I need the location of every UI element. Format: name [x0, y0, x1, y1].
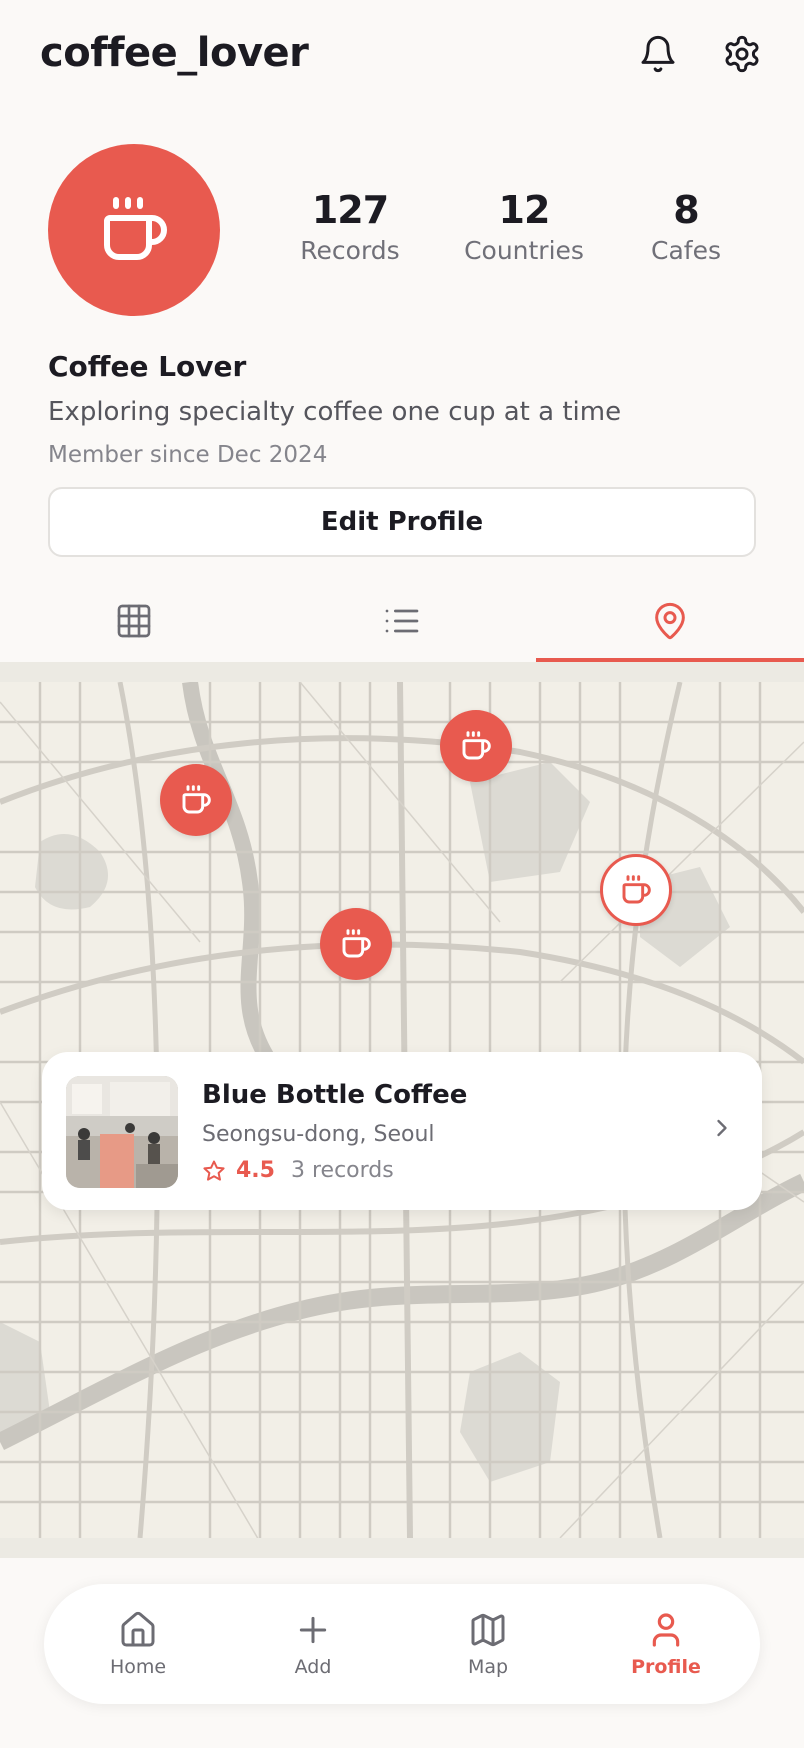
username-title: coffee_lover [40, 30, 309, 76]
user-icon [652, 1613, 680, 1647]
nav-map[interactable]: Map [418, 1584, 558, 1704]
nav-home[interactable]: Home [68, 1584, 208, 1704]
stat-label: Cafes [651, 236, 721, 265]
tab-map[interactable] [536, 580, 804, 662]
coffee-cup-icon [462, 731, 491, 760]
star-icon [203, 1160, 225, 1181]
stat-value: 12 [498, 188, 551, 232]
map-pin-cafe-selected[interactable] [600, 854, 672, 926]
display-name: Coffee Lover [48, 350, 247, 383]
stat-countries[interactable]: 12 Countries [458, 188, 590, 265]
coffee-cup-icon [622, 875, 651, 904]
coffee-cup-icon [182, 785, 211, 814]
tab-list[interactable] [268, 580, 536, 662]
stat-value: 127 [311, 188, 389, 232]
map-pin-cafe[interactable] [440, 710, 512, 782]
list-icon [385, 609, 419, 633]
tab-grid[interactable] [0, 580, 268, 662]
avatar[interactable] [48, 144, 220, 316]
nav-label: Home [109, 1656, 167, 1678]
gear-icon[interactable] [720, 32, 764, 76]
nav-label: Map [467, 1656, 509, 1678]
coffee-cup-icon [104, 197, 167, 260]
coffee-cup-icon [342, 929, 371, 958]
nav-add[interactable]: Add [243, 1584, 383, 1704]
stat-label: Countries [464, 236, 584, 265]
nav-profile[interactable]: Profile [596, 1584, 736, 1704]
cafe-meta: 4.5 3 records [202, 1158, 394, 1183]
map-icon [471, 1613, 505, 1647]
member-since: Member since Dec 2024 [48, 442, 328, 468]
nav-label: Add [294, 1656, 332, 1678]
cafe-photo [66, 1076, 178, 1188]
map-pin-cafe[interactable] [320, 908, 392, 980]
edit-profile-button[interactable]: Edit Profile [48, 487, 756, 557]
cafe-rating: 4.5 [236, 1158, 275, 1183]
profile-tabs [0, 580, 804, 662]
home-icon [121, 1611, 155, 1647]
cafe-location: Seongsu-dong, Seoul [202, 1122, 435, 1147]
cafe-name: Blue Bottle Coffee [202, 1080, 468, 1110]
grid-icon [117, 604, 151, 638]
chevron-right-icon[interactable] [708, 1114, 736, 1146]
cafe-preview-card[interactable]: Blue Bottle Coffee Seongsu-dong, Seoul 4… [42, 1052, 762, 1210]
stat-label: Records [300, 236, 400, 265]
bell-icon[interactable] [636, 32, 680, 76]
stat-cafes[interactable]: 8 Cafes [640, 188, 732, 265]
bottom-nav: Home Add Map Profile [44, 1584, 760, 1704]
stat-value: 8 [673, 188, 699, 232]
map-pin-icon [655, 602, 685, 640]
cafe-record-count: 3 records [290, 1158, 394, 1183]
nav-label: Profile [631, 1656, 701, 1678]
stat-records[interactable]: 127 Records [290, 188, 410, 265]
profile-bio: Exploring specialty coffee one cup at a … [48, 397, 622, 427]
plus-icon [299, 1616, 327, 1644]
map-pin-cafe[interactable] [160, 764, 232, 836]
top-header: coffee_lover [0, 0, 804, 112]
